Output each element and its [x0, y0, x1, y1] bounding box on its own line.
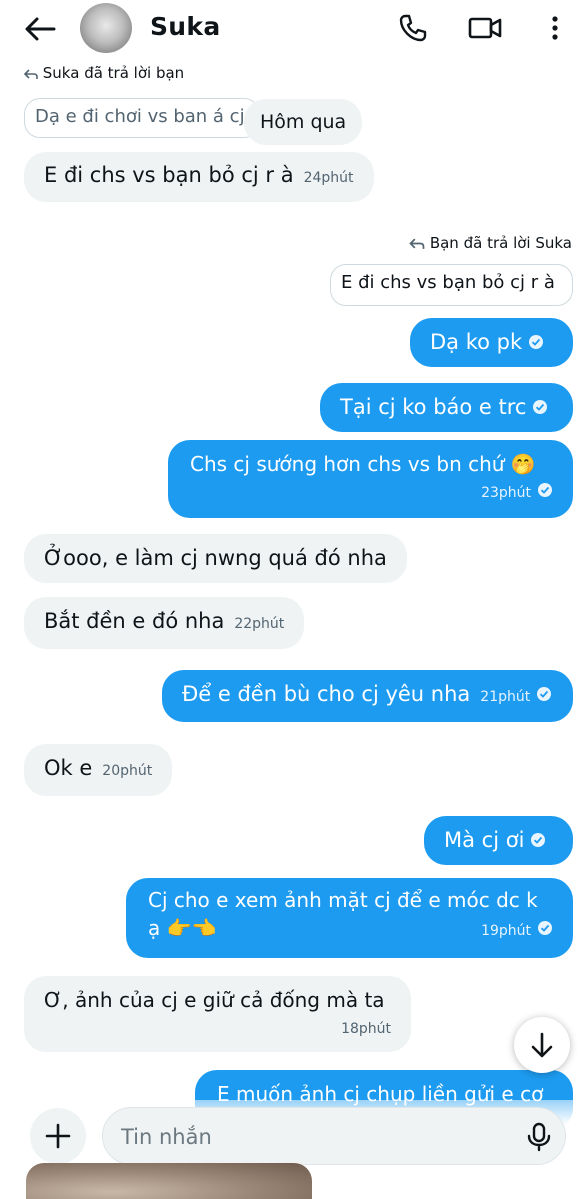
reply-context-label: Suka đã trả lời bạn	[24, 64, 184, 84]
message-text: Mà cj ơi	[444, 828, 525, 852]
message-input-box[interactable]	[102, 1107, 566, 1165]
message-bubble-outgoing[interactable]: Để e đền bù cho cj yêu nha 21phút	[162, 670, 573, 722]
message-bubble-incoming[interactable]: Ok e 20phút	[24, 744, 173, 796]
scroll-to-bottom-button[interactable]	[514, 1017, 570, 1073]
message-bubble-incoming[interactable]: Ởooo, e làm cj nwng quá đó nha	[24, 534, 407, 583]
reply-context-text: Suka đã trả lời bạn	[42, 64, 185, 82]
contact-name[interactable]: Suka	[150, 12, 221, 41]
message-bubble-outgoing[interactable]: Tại cj ko báo e trc	[320, 383, 573, 432]
message-text: Dạ ko pk	[430, 330, 523, 354]
reply-context-text: Bạn đã trả lời Suka	[429, 234, 572, 252]
message-bubble-outgoing[interactable]: Cj cho e xem ảnh mặt cj để e móc dc k ạ …	[126, 878, 573, 958]
message-time: 22phút	[234, 616, 285, 632]
message-time: 23phút	[481, 485, 531, 501]
message-time: 24phút	[303, 170, 354, 186]
message-text: ạ 👉👈	[148, 916, 217, 940]
quoted-message[interactable]: E đi chs vs bạn bỏ cj r à	[330, 264, 573, 306]
video-camera-icon[interactable]	[467, 12, 503, 44]
message-time: 21phút	[480, 689, 531, 705]
quoted-message[interactable]: Dạ e đi chơi vs ban á cj	[24, 98, 260, 138]
reply-arrow-icon	[409, 238, 425, 249]
message-bubble-outgoing[interactable]: Mà cj ơi	[424, 816, 573, 865]
date-separator: Hôm qua	[244, 99, 363, 145]
message-bubble-incoming[interactable]: E đi chs vs bạn bỏ cj r à 24phút	[24, 152, 374, 202]
sent-check-icon	[531, 832, 546, 847]
sent-check-icon	[538, 482, 552, 497]
reply-context-label: Bạn đã trả lời Suka	[409, 234, 572, 252]
message-time: 20phút	[102, 763, 153, 779]
message-text: Ơ, ảnh của cj e giữ cả đống mà ta	[44, 988, 385, 1012]
sent-check-icon	[537, 686, 552, 701]
message-bubble-incoming[interactable]: Bắt đền e đó nha 22phút	[24, 597, 305, 649]
message-bubble-outgoing[interactable]: Chs cj sướng hơn chs vs bn chứ 🤭 23phút	[168, 440, 573, 518]
sent-check-icon	[538, 921, 552, 935]
message-text: Cj cho e xem ảnh mặt cj để e móc dc k	[148, 888, 538, 912]
message-bubble-outgoing[interactable]: Dạ ko pk	[410, 318, 573, 367]
message-time: 19phút	[481, 923, 531, 939]
message-text: Ởooo, e làm cj nwng quá đó nha	[44, 546, 387, 570]
message-text: Tại cj ko báo e trc	[340, 395, 527, 419]
message-bubble-incoming[interactable]: Ơ, ảnh của cj e giữ cả đống mà ta 18phút	[24, 976, 411, 1052]
arrow-down-icon	[531, 1032, 553, 1058]
message-input[interactable]	[119, 1120, 503, 1154]
microphone-icon[interactable]	[524, 1121, 554, 1153]
sent-check-icon	[533, 399, 548, 414]
add-attachment-button[interactable]	[30, 1108, 86, 1164]
message-text: Chs cj sướng hơn chs vs bn chứ 🤭	[190, 452, 536, 476]
plus-icon	[45, 1123, 71, 1149]
message-text: E đi chs vs bạn bỏ cj r à	[44, 163, 294, 187]
arrow-left-icon[interactable]	[22, 14, 58, 44]
sent-check-icon	[529, 334, 544, 349]
more-vertical-icon[interactable]	[539, 12, 571, 44]
message-text: Ok e	[44, 756, 93, 780]
conversation-header: Suka	[0, 0, 588, 60]
message-time: 18phút	[341, 1021, 391, 1037]
reply-arrow-icon	[24, 68, 38, 79]
phone-icon[interactable]	[397, 12, 429, 44]
message-text: Để e đền bù cho cj yêu nha	[182, 682, 471, 706]
message-text: Bắt đền e đó nha	[44, 609, 225, 633]
media-thumbnail[interactable]	[26, 1163, 312, 1199]
avatar[interactable]	[80, 3, 132, 53]
